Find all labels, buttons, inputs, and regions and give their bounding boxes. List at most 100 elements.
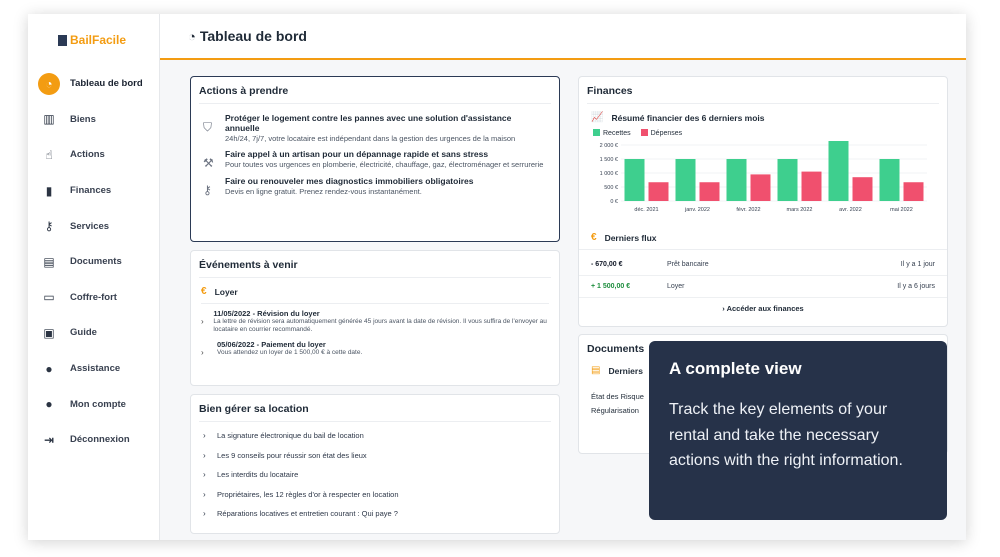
action-item[interactable]: ⚷ Faire ou renouveler mes diagnostics imm… (191, 176, 559, 197)
sidebar-item[interactable]: ☝ Actions (38, 137, 158, 173)
flux-list: - 670,00 € Prêt bancaire Il y a 1 jour + 1 … (579, 254, 947, 298)
bar-recettes[interactable] (828, 136, 849, 201)
chat-icon: ● (45, 361, 53, 376)
events-card: Événements à venir € Loyer › 11/05/2022 -… (190, 250, 560, 386)
loyer-label: Loyer (214, 286, 238, 297)
legend-recettes[interactable]: Recettes (593, 129, 631, 137)
page-header: ◔ Tableau de bord (160, 14, 966, 60)
bar-recettes[interactable] (726, 159, 747, 201)
bar-depenses[interactable] (750, 174, 771, 201)
events-title: Événements à venir (199, 251, 551, 278)
bar-depenses[interactable] (648, 182, 669, 201)
guide-link-label: Propriétaires, les 12 règles d'or à resp… (217, 489, 399, 499)
events-list: › 11/05/2022 - Révision du loyer La lettre… (191, 309, 559, 357)
event-title: 11/05/2022 - Révision du loyer (213, 309, 320, 318)
sidebar-item-label: Assistance (70, 363, 121, 375)
bar-recettes[interactable] (879, 159, 900, 201)
sidebar-item-label: Actions (70, 149, 105, 161)
event-item[interactable]: › 05/06/2022 - Paiement du loyer Vous atte… (191, 340, 559, 357)
sidebar-item[interactable]: ⇥ Déconnexion (38, 422, 158, 458)
finances-link[interactable]: › Accéder aux finances (579, 304, 947, 313)
action-item[interactable]: ⚒ Faire appel à un artisan pour un dépann… (191, 148, 559, 170)
logo-text: BailFacile (70, 33, 127, 47)
sidebar-item[interactable]: ▭ Coffre-fort (38, 280, 158, 316)
guide-link[interactable]: › Les interdits du locataire (191, 465, 559, 485)
page-title: Tableau de bord (199, 28, 307, 44)
legend-depenses[interactable]: Dépenses (640, 129, 682, 137)
gauge-icon: ◔ (38, 72, 60, 95)
sidebar-item[interactable]: ▣ Guide (38, 315, 158, 351)
y-tick-label: 500 € (604, 185, 618, 191)
sidebar-item[interactable]: ◔ Tableau de bord (38, 66, 158, 102)
y-tick-label: 0 € (610, 199, 618, 205)
x-tick-label: févr. 2022 (736, 207, 760, 213)
event-desc: La lettre de révision sera automatiqueme… (213, 318, 547, 334)
action-title: Faire appel à un artisan pour un dépanna… (225, 148, 489, 159)
flux-amount: + 1 500,00 € (591, 283, 631, 290)
guide-title: Bien gérer sa location (199, 395, 551, 422)
bar-depenses[interactable] (801, 171, 822, 201)
x-tick-label: mai 2022 (890, 207, 913, 213)
y-tick-label: 1 000 € (600, 171, 618, 177)
bar-depenses[interactable] (699, 182, 720, 201)
flux-header: € Derniers flux (579, 228, 947, 250)
archive-icon: ▭ (43, 290, 55, 305)
bar-depenses[interactable] (852, 177, 873, 201)
sidebar-nav: ◔ Tableau de bord ▥ Biens ☝ Actions ▮ Finances ⚷… (38, 66, 158, 458)
guide-link[interactable]: › La signature électronique du bail de lo… (191, 426, 559, 446)
sidebar-item-label: Mon compte (70, 398, 126, 410)
bar-recettes[interactable] (624, 159, 645, 201)
flux-amount: - 670,00 € (591, 261, 623, 268)
tooltip-body: Track the key elements of your rental an… (669, 401, 903, 470)
finances-link-label: Accéder aux finances (726, 304, 804, 313)
bar-recettes[interactable] (777, 159, 798, 201)
bar-chart-icon: ▮ (45, 183, 53, 198)
bar-depenses[interactable] (903, 182, 924, 201)
x-tick-label: mars 2022 (787, 207, 813, 213)
wrench-icon: ⚒ (203, 155, 214, 170)
action-item[interactable]: ⛉ Protéger le logement contre les pannes … (191, 113, 559, 143)
finances-card: Finances 📈 Résumé financier des 6 dernie… (578, 76, 948, 327)
event-item[interactable]: › 11/05/2022 - Révision du loyer La lettre… (191, 309, 559, 335)
flux-row[interactable]: + 1 500,00 € Loyer Il y a 6 jours (579, 276, 947, 298)
guide-list: › La signature électronique du bail de lo… (191, 426, 559, 524)
x-tick-label: janv. 2022 (684, 207, 710, 213)
guide-link[interactable]: › Réparations locatives et entretien cour… (191, 504, 559, 524)
sidebar-item[interactable]: ⚷ Services (38, 208, 158, 244)
action-desc: 24h/24, 7j/7, votre locataire est indépe… (225, 133, 516, 143)
sidebar-item[interactable]: ▥ Biens (38, 102, 158, 138)
document-icon: ▤ (43, 254, 55, 269)
x-tick-label: déc. 2021 (634, 207, 658, 213)
actions-title: Actions à prendre (199, 77, 551, 104)
event-desc: Vous attendez un loyer de 1 500,00 € à c… (217, 348, 363, 356)
guide-link[interactable]: › Propriétaires, les 12 règles d'or à res… (191, 485, 559, 505)
flux-label: Prêt bancaire (667, 261, 709, 268)
loyer-category: € Loyer (201, 286, 549, 304)
building-icon: ▥ (43, 112, 55, 127)
sidebar-item-label: Coffre-fort (70, 291, 117, 303)
y-tick-label: 2 000 € (600, 143, 618, 149)
flux-time: Il y a 6 jours (897, 283, 935, 290)
sidebar-item[interactable]: ● Mon compte (38, 386, 158, 422)
guide-link-label: Les 9 conseils pour réussir son état des… (217, 450, 367, 460)
building-logo-icon (58, 34, 67, 46)
sidebar-item-label: Déconnexion (70, 434, 130, 446)
logo[interactable]: BailFacile (58, 33, 126, 47)
x-tick-label: avr. 2022 (839, 207, 862, 213)
legend-label: Recettes (603, 130, 631, 137)
chevron-right-icon: › (201, 347, 204, 357)
bar-recettes[interactable] (675, 159, 696, 201)
key-icon: ⚷ (203, 182, 212, 197)
document-icon: ▤ (591, 365, 601, 376)
shield-icon: ⛉ (203, 120, 213, 134)
chevron-right-icon: › (201, 317, 204, 326)
flux-row[interactable]: - 670,00 € Prêt bancaire Il y a 1 jour (579, 254, 947, 276)
trend-chart-icon: 📈 (591, 112, 604, 123)
sidebar-item[interactable]: ● Assistance (38, 351, 158, 387)
sidebar-item[interactable]: ▤ Documents (38, 244, 158, 280)
flux-title: Derniers flux (604, 232, 657, 243)
sidebar-item[interactable]: ▮ Finances (38, 173, 158, 209)
actions-list: ⛉ Protéger le logement contre les pannes … (191, 113, 559, 197)
action-desc: Devis en ligne gratuit. Prenez rendez-vo… (225, 186, 422, 196)
guide-link[interactable]: › Les 9 conseils pour réussir son état de… (191, 446, 559, 466)
